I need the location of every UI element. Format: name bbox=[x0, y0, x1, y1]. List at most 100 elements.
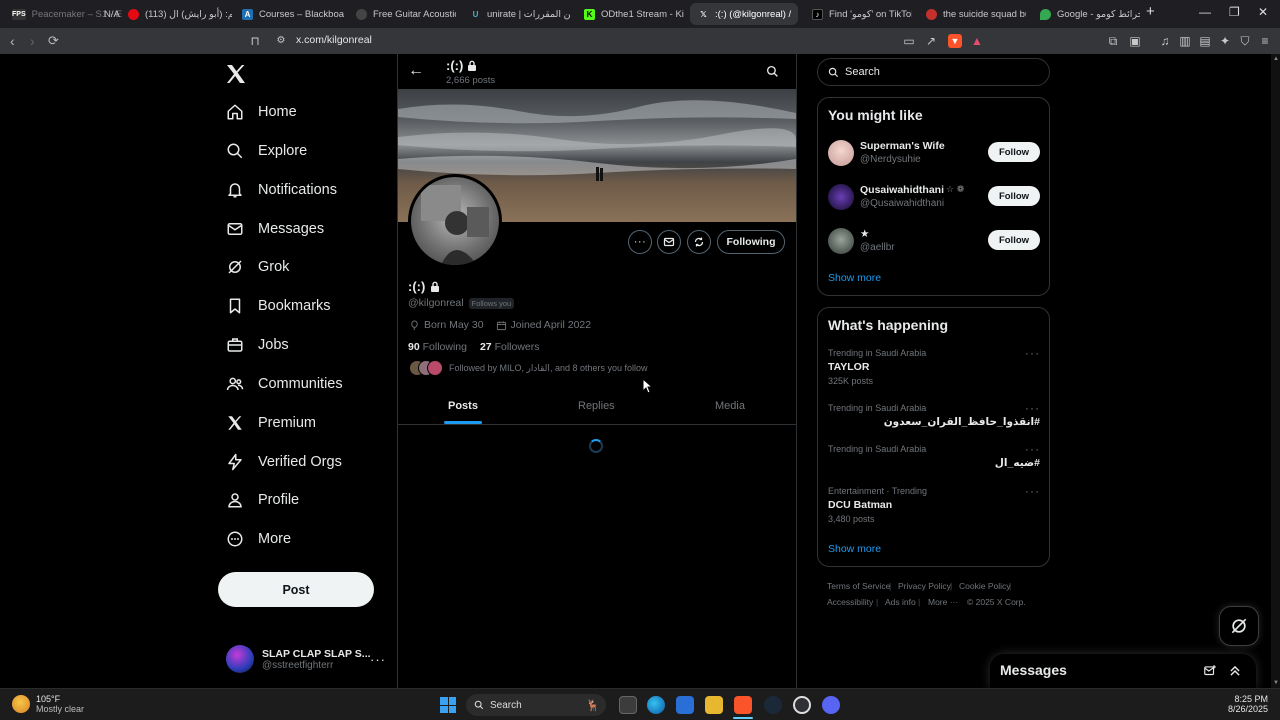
nav-premium[interactable]: Premium bbox=[226, 408, 316, 438]
maximize-icon[interactable]: ❐ bbox=[1229, 5, 1240, 19]
forward-arrow-icon[interactable]: › bbox=[30, 33, 35, 49]
trend-item[interactable]: Trending in Saudi Arabia TAYLOR 325K pos… bbox=[828, 346, 1040, 386]
wallet-icon[interactable]: ▣ bbox=[1128, 34, 1142, 48]
extensions-icon[interactable]: ⧉ bbox=[1106, 34, 1120, 48]
site-settings-icon[interactable]: ⚙ bbox=[274, 34, 288, 48]
following-button[interactable]: Following bbox=[717, 230, 785, 254]
music-icon[interactable]: ♫ bbox=[1158, 34, 1172, 48]
suggested-user[interactable]: ★ @aellbr Follow bbox=[828, 228, 1040, 258]
nav-jobs[interactable]: Jobs bbox=[226, 330, 289, 360]
browser-tab-active[interactable]: 𝕏 :(:) (@kilgonreal) / ✕ bbox=[690, 3, 798, 25]
x-logo-icon[interactable] bbox=[224, 62, 248, 86]
subscribe-notifications-button[interactable] bbox=[687, 230, 711, 254]
trend-item[interactable]: Trending in Saudi Arabia #انقذوا_حافظ_ال… bbox=[828, 401, 1040, 428]
show-more-link[interactable]: Show more bbox=[828, 272, 881, 284]
leo-ai-icon[interactable]: ✦ bbox=[1218, 34, 1232, 48]
show-more-link[interactable]: Show more bbox=[828, 543, 881, 555]
follow-button[interactable]: Follow bbox=[988, 142, 1040, 162]
nav-home[interactable]: Home bbox=[226, 97, 297, 127]
discord-icon[interactable] bbox=[822, 696, 840, 714]
follow-button[interactable]: Follow bbox=[988, 230, 1040, 250]
wallet-alt-icon[interactable]: ▤ bbox=[1198, 34, 1212, 48]
more-dots-icon[interactable]: ··· bbox=[1025, 346, 1040, 360]
new-message-icon[interactable] bbox=[1203, 664, 1217, 678]
more-dots-icon[interactable]: ··· bbox=[1025, 401, 1040, 415]
sidebar-toggle-icon[interactable]: ▥ bbox=[1178, 34, 1192, 48]
followers-count-link[interactable]: 27 Followers bbox=[480, 341, 540, 353]
close-tab-icon[interactable]: ✕ bbox=[797, 8, 798, 21]
back-arrow-icon[interactable]: ‹ bbox=[10, 33, 15, 49]
trend-item[interactable]: Entertainment · Trending DCU Batman 3,48… bbox=[828, 484, 1040, 524]
scroll-down-icon[interactable]: ▼ bbox=[1273, 680, 1279, 686]
nav-communities[interactable]: Communities bbox=[226, 369, 343, 399]
suggested-user[interactable]: Superman's Wife @Nerdysuhie Follow bbox=[828, 140, 1040, 170]
footer-cookie-link[interactable]: Cookie Policy bbox=[959, 581, 1011, 591]
footer-ads-link[interactable]: Ads info bbox=[885, 597, 916, 607]
url-field[interactable]: x.com/kilgonreal bbox=[296, 34, 372, 46]
search-input[interactable]: Search bbox=[817, 58, 1050, 86]
page-scrollbar[interactable]: ▲ ▼ bbox=[1271, 54, 1280, 688]
more-dots-icon[interactable]: ··· bbox=[370, 652, 386, 667]
message-button[interactable] bbox=[657, 230, 681, 254]
tab-posts[interactable]: Posts bbox=[448, 400, 478, 412]
browser-tab[interactable]: فيلم: (أبو رايش) ال (113) bbox=[120, 3, 232, 25]
messages-drawer[interactable]: Messages bbox=[990, 654, 1256, 688]
bookmark-page-icon[interactable]: ⊓ bbox=[248, 34, 262, 48]
grok-button[interactable] bbox=[1219, 606, 1259, 646]
nav-more[interactable]: More bbox=[226, 524, 291, 554]
weather-widget[interactable]: 105°F Mostly clear bbox=[12, 694, 84, 714]
nav-explore[interactable]: Explore bbox=[226, 136, 307, 166]
nav-verified-orgs[interactable]: Verified Orgs bbox=[226, 447, 342, 477]
footer-accessibility-link[interactable]: Accessibility bbox=[827, 597, 873, 607]
share-icon[interactable]: ↗ bbox=[924, 34, 938, 48]
tab-replies[interactable]: Replies bbox=[578, 400, 615, 412]
browser-tab[interactable]: the suicide squad bus bbox=[918, 3, 1026, 25]
follow-button[interactable]: Follow bbox=[988, 186, 1040, 206]
browser-tab[interactable]: K ODthe1 Stream - Kick bbox=[576, 3, 684, 25]
footer-privacy-link[interactable]: Privacy Policy bbox=[898, 581, 951, 591]
trend-item[interactable]: Trending in Saudi Arabia #ضيه_ال ··· bbox=[828, 442, 1040, 469]
nav-messages[interactable]: Messages bbox=[226, 214, 324, 244]
back-arrow-icon[interactable]: ← bbox=[408, 62, 424, 80]
task-view-icon[interactable] bbox=[619, 696, 637, 714]
nav-profile[interactable]: Profile bbox=[226, 485, 299, 515]
browser-tab[interactable]: Google - خرائط كومو bbox=[1032, 3, 1140, 25]
chevron-up-icon[interactable] bbox=[1228, 664, 1242, 678]
cast-icon[interactable]: ▭ bbox=[902, 34, 916, 48]
store-icon[interactable] bbox=[676, 696, 694, 714]
brave-shield-icon[interactable]: ▼ bbox=[948, 34, 962, 48]
scroll-up-icon[interactable]: ▲ bbox=[1273, 56, 1279, 62]
system-clock[interactable]: 8:25 PM 8/26/2025 bbox=[1228, 694, 1268, 714]
suggested-user[interactable]: Qusaiwahidthani ☆ ❁ @Qusaiwahidthani Fol… bbox=[828, 184, 1040, 214]
browser-tab[interactable]: U unirate | عن المقررات bbox=[462, 3, 570, 25]
search-icon[interactable] bbox=[766, 65, 779, 78]
taskbar-search[interactable]: Search 🦌 bbox=[466, 694, 606, 716]
settings-icon[interactable] bbox=[793, 696, 811, 714]
windows-start-icon[interactable] bbox=[440, 697, 456, 713]
minimize-icon[interactable]: — bbox=[1199, 5, 1211, 19]
more-options-button[interactable]: ··· bbox=[628, 230, 652, 254]
reload-icon[interactable]: ⟳ bbox=[48, 33, 59, 49]
footer-terms-link[interactable]: Terms of Service bbox=[827, 581, 890, 591]
new-tab-icon[interactable]: + bbox=[1146, 3, 1155, 20]
footer-more-link[interactable]: More ··· bbox=[928, 597, 958, 607]
profile-avatar[interactable] bbox=[408, 174, 502, 268]
nav-bookmarks[interactable]: Bookmarks bbox=[226, 291, 331, 321]
browser-tab[interactable]: A Courses – Blackboard bbox=[234, 3, 344, 25]
vpn-icon[interactable]: ⛉ bbox=[1238, 34, 1252, 48]
nav-notifications[interactable]: Notifications bbox=[226, 175, 337, 205]
browser-tab[interactable]: Free Guitar Acoustic Le bbox=[348, 3, 456, 25]
edge-icon[interactable] bbox=[647, 696, 665, 714]
nav-grok[interactable]: Grok bbox=[226, 252, 289, 282]
browser-tab[interactable]: ♪ Find 'كومو' on TikTok bbox=[804, 3, 912, 25]
tab-media[interactable]: Media bbox=[715, 400, 745, 412]
account-switcher[interactable]: SLAP CLAP SLAP S... @sstreetfighterr ··· bbox=[226, 643, 386, 675]
more-dots-icon[interactable]: ··· bbox=[1025, 484, 1040, 498]
file-explorer-icon[interactable] bbox=[705, 696, 723, 714]
more-dots-icon[interactable]: ··· bbox=[1025, 442, 1040, 456]
close-window-icon[interactable]: ✕ bbox=[1258, 5, 1268, 19]
menu-icon[interactable]: ≡ bbox=[1258, 34, 1272, 48]
post-button[interactable]: Post bbox=[218, 572, 374, 607]
followed-by-row[interactable]: Followed by MILO, القادار, and 8 others … bbox=[409, 360, 648, 376]
brave-icon[interactable] bbox=[734, 696, 752, 714]
